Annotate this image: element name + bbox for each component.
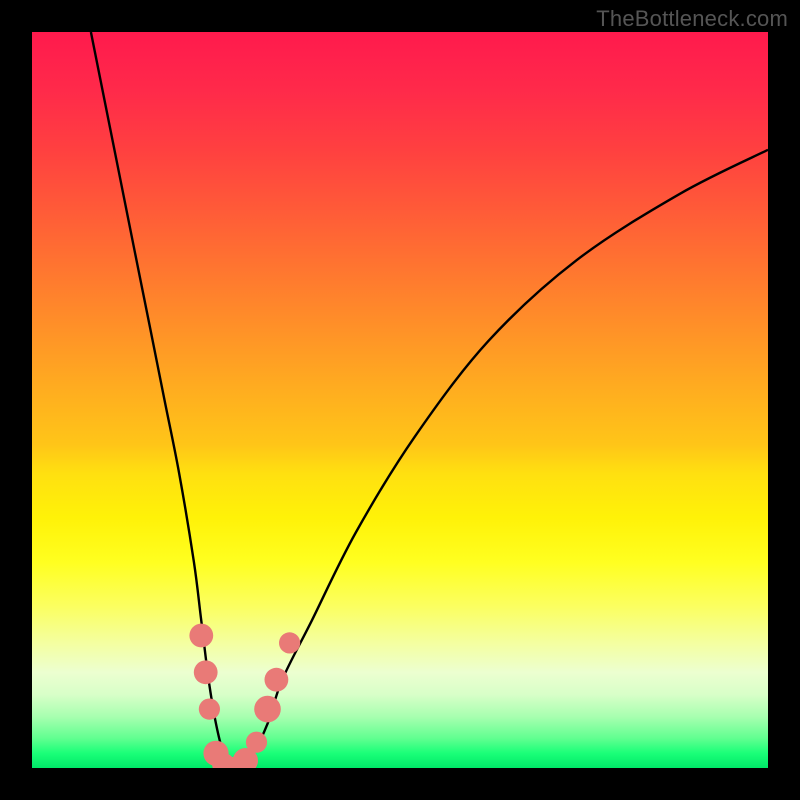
curve-layer <box>91 32 768 768</box>
data-marker <box>254 696 281 723</box>
bottleneck-curve <box>91 32 768 768</box>
data-marker <box>194 660 218 684</box>
data-marker <box>279 632 300 653</box>
data-marker <box>265 668 289 692</box>
data-marker <box>189 624 213 648</box>
outer-frame: TheBottleneck.com <box>0 0 800 800</box>
plot-area <box>32 32 768 768</box>
watermark-text: TheBottleneck.com <box>596 6 788 32</box>
data-marker <box>246 732 267 753</box>
data-marker <box>199 699 220 720</box>
marker-layer <box>189 624 300 768</box>
chart-svg <box>32 32 768 768</box>
